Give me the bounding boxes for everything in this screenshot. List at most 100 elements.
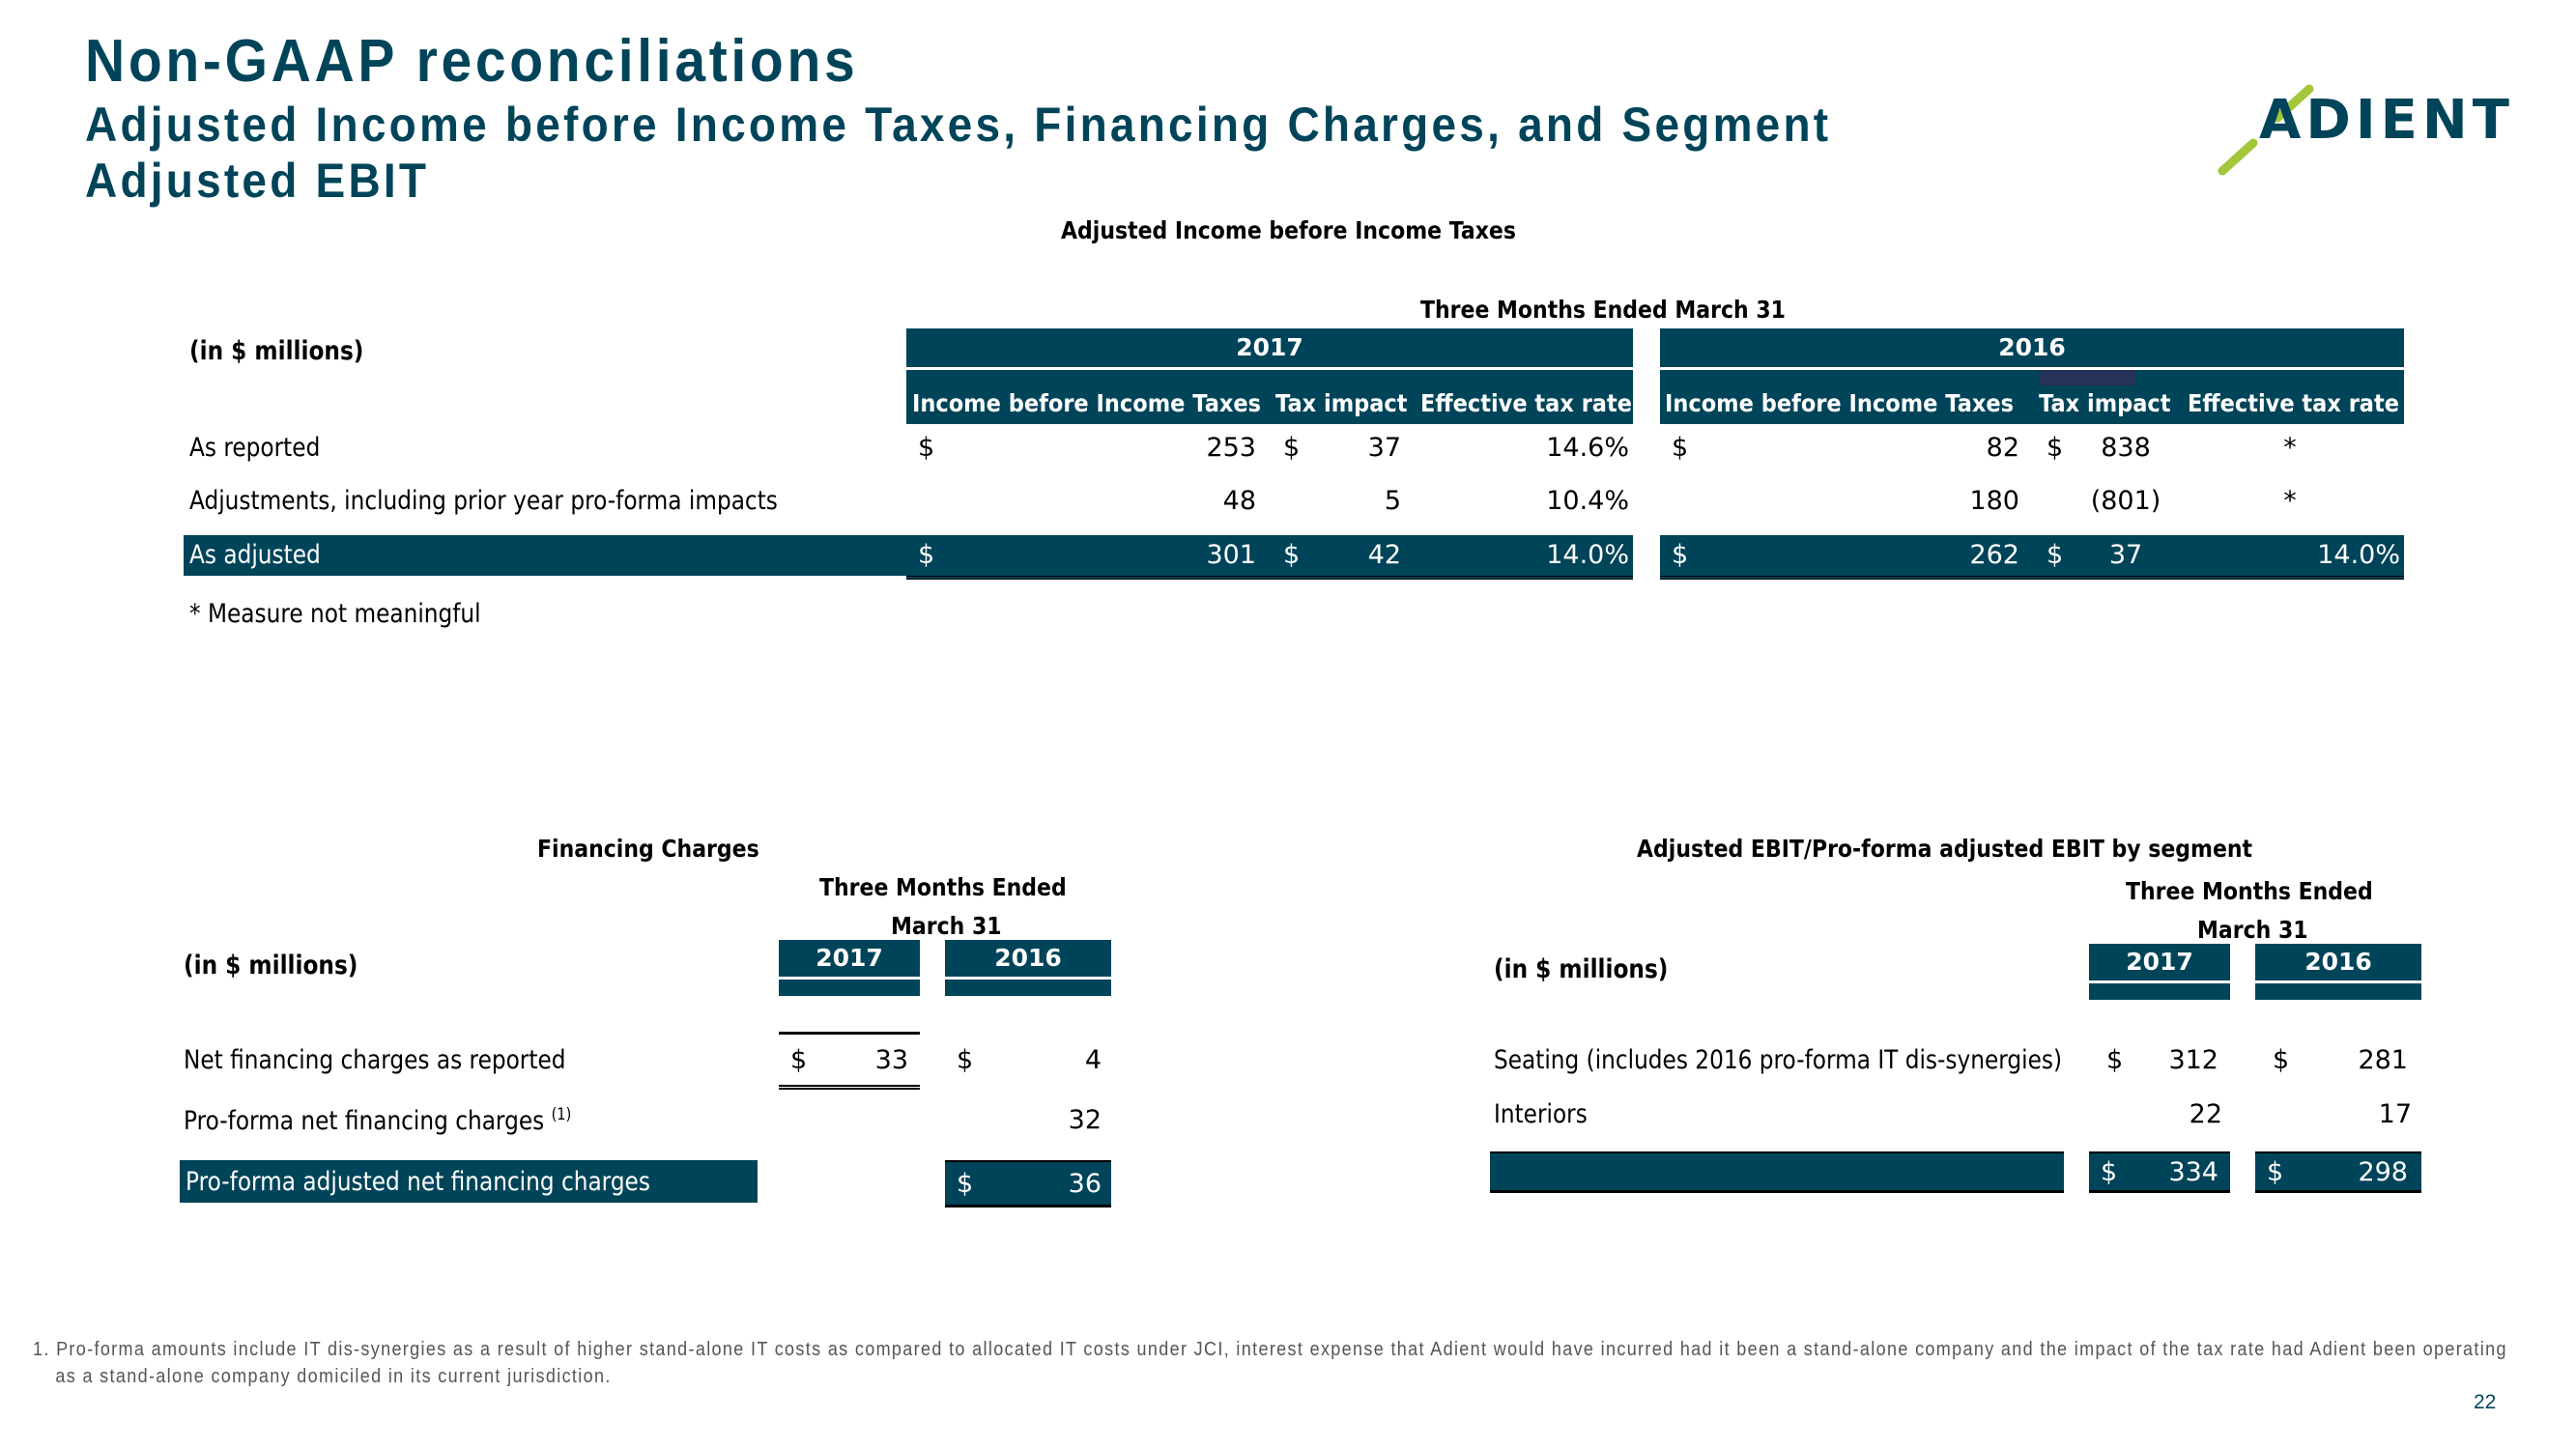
page-title: Non-GAAP reconciliations	[85, 28, 859, 95]
income-table-note: * Measure not meaningful	[189, 599, 481, 629]
financing-row-label-text: Pro-forma net financing charges	[184, 1106, 545, 1136]
tax-2017-value: 5	[1384, 486, 1401, 516]
currency-symbol: $	[957, 1045, 974, 1075]
financing-adjusted-label-bar: Pro-forma adjusted net financing charges	[180, 1160, 758, 1203]
income-2016-value: 180	[1969, 486, 2019, 516]
company-logo: ADIENT	[2213, 60, 2522, 185]
financing-year-2017-header: 2017	[779, 940, 920, 977]
income-row-as-adjusted-label-bar: As adjusted	[184, 535, 906, 576]
financing-2016-subheader-bar	[945, 980, 1111, 996]
segment-total-2017-cell: $ 334	[2089, 1151, 2230, 1193]
row-label: As reported	[189, 433, 321, 463]
rate-2017-value: 14.6%	[1546, 433, 1629, 463]
segment-table-units: (in $ millions)	[1494, 954, 1669, 984]
financing-2016-value: 32	[1068, 1105, 1102, 1135]
rate-2017-value: 14.0%	[1546, 540, 1629, 570]
segment-2017-value: 22	[2189, 1099, 2222, 1129]
currency-symbol: $	[2046, 433, 2064, 463]
row-label: As adjusted	[189, 540, 321, 570]
page-number: 22	[2474, 1391, 2497, 1413]
currency-symbol: $	[957, 1169, 974, 1199]
segment-2016-subheader-bar	[2255, 983, 2421, 1000]
rate-2016-value: 14.0%	[2317, 540, 2400, 570]
income-year-2016-header: 2016	[1660, 328, 2404, 367]
rate-2017-value: 10.4%	[1546, 486, 1629, 516]
financing-2017-value: 33	[874, 1045, 908, 1075]
segment-total-2016-cell: $ 298	[2255, 1151, 2421, 1193]
financing-period-line2: March 31	[891, 912, 1002, 940]
income-2017-col-rate: Effective tax rate	[1420, 389, 1633, 417]
rate-2016-value: *	[2283, 486, 2297, 516]
income-row-as-adjusted-2017: $ 301 $ 42 14.0%	[906, 535, 1633, 580]
income-2016-value: 82	[1986, 433, 2019, 463]
income-2016-col-income: Income before Income Taxes	[1665, 389, 2015, 417]
footnote-text: 1. Pro-forma amounts include IT dis-syne…	[33, 1339, 2507, 1387]
income-table-units: (in $ millions)	[189, 336, 364, 366]
currency-symbol: $	[2267, 1157, 2284, 1187]
income-2016-col-tax: Tax impact	[2039, 389, 2171, 417]
income-row-adjustments: Adjustments, including prior year pro-fo…	[0, 486, 2576, 525]
financing-2017-subheader-bar	[779, 980, 920, 996]
segment-year-2017-header: 2017	[2089, 944, 2230, 980]
footnote: 1. Pro-forma amounts include IT dis-syne…	[33, 1336, 2505, 1390]
currency-symbol: $	[918, 540, 935, 570]
segment-2017-value: 334	[2168, 1157, 2218, 1187]
segment-2017-value: 312	[2168, 1045, 2218, 1075]
segment-2016-value: 298	[2358, 1157, 2408, 1187]
income-table-title: Adjusted Income before Income Taxes	[1061, 216, 1516, 244]
segment-row-label: Interiors	[1494, 1099, 1588, 1129]
income-row-as-adjusted-2016: $ 262 $ 37 14.0%	[1660, 535, 2404, 580]
income-2017-value: 48	[1222, 486, 1256, 516]
segment-total-label-bar	[1490, 1151, 2064, 1193]
financing-period-line1: Three Months Ended	[819, 873, 1067, 901]
financing-adjusted-2016-cell: $ 36	[945, 1160, 1111, 1208]
footnote-reference: (1)	[551, 1105, 572, 1124]
tax-2016-value: 37	[2108, 540, 2143, 570]
tax-2017-value: 42	[1367, 540, 1401, 570]
segment-table-title: Adjusted EBIT/Pro-forma adjusted EBIT by…	[1637, 835, 2253, 863]
financing-year-2016-header: 2016	[945, 940, 1111, 977]
financing-row-label: Pro-forma net financing charges (1)	[184, 1105, 571, 1136]
currency-symbol: $	[2046, 540, 2064, 570]
segment-period-line2: March 31	[2197, 916, 2308, 944]
page-subtitle-text: Adjusted Income before Income Taxes, Fin…	[85, 98, 1832, 208]
segment-period-line1: Three Months Ended	[2126, 877, 2373, 905]
segment-2016-value: 17	[2378, 1099, 2412, 1129]
tax-2017-value: 37	[1367, 433, 1401, 463]
logo-text: ADIENT	[2259, 89, 2514, 152]
rate-2016-value: *	[2283, 433, 2297, 463]
financing-row-label: Pro-forma adjusted net financing charges	[186, 1167, 650, 1197]
income-year-2017-header: 2017	[906, 328, 1633, 367]
segment-2016-value: 281	[2358, 1045, 2408, 1075]
row-label: Adjustments, including prior year pro-fo…	[189, 486, 778, 516]
income-table-period: Three Months Ended March 31	[1420, 296, 1786, 324]
financing-2016-value: 4	[1084, 1045, 1102, 1075]
financing-2016-value: 36	[1068, 1169, 1102, 1199]
financing-table-units: (in $ millions)	[184, 951, 358, 980]
tax-2016-value: 838	[2101, 433, 2151, 463]
financing-row-label: Net financing charges as reported	[184, 1045, 566, 1075]
currency-symbol: $	[918, 433, 935, 463]
segment-row-label: Seating (includes 2016 pro-forma IT dis-…	[1494, 1045, 2063, 1075]
income-2016-value: 262	[1969, 540, 2019, 570]
segment-2017-subheader-bar	[2089, 983, 2230, 1000]
income-2016-col-rate: Effective tax rate	[2188, 389, 2400, 417]
currency-symbol: $	[2273, 1045, 2290, 1075]
income-row-as-reported: As reported $ 253 $ 37 14.6% $ 82 $ 838 …	[0, 433, 2576, 471]
income-2017-value: 301	[1206, 540, 1256, 570]
header-accent-block	[2039, 370, 2135, 385]
currency-symbol: $	[1283, 433, 1301, 463]
currency-symbol: $	[1283, 540, 1301, 570]
tax-2016-value: (801)	[2090, 486, 2161, 516]
income-2017-value: 253	[1206, 433, 1256, 463]
currency-symbol: $	[1672, 540, 1689, 570]
currency-symbol: $	[2101, 1157, 2118, 1187]
currency-symbol: $	[1672, 433, 1689, 463]
page-subtitle: Adjusted Income before Income Taxes, Fin…	[85, 97, 2404, 209]
currency-symbol: $	[790, 1045, 808, 1075]
income-2017-col-tax: Tax impact	[1275, 389, 1408, 417]
currency-symbol: $	[2106, 1045, 2124, 1075]
financing-table-title: Financing Charges	[537, 835, 759, 863]
segment-year-2016-header: 2016	[2255, 944, 2421, 980]
income-2017-col-income: Income before Income Taxes	[912, 389, 1262, 417]
